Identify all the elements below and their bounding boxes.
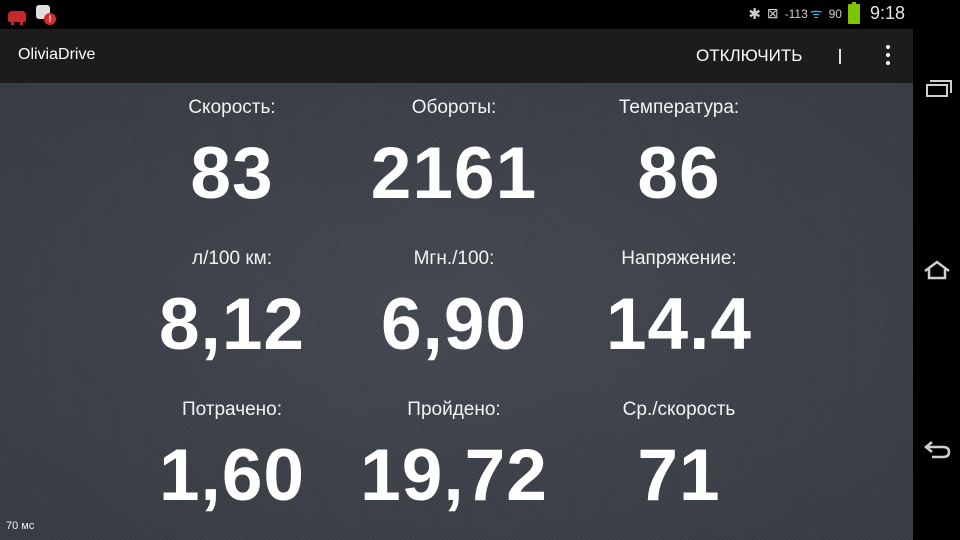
latency-readout: 70 мс <box>6 520 35 532</box>
gauge-value: 86 <box>637 133 721 214</box>
vibrate-mute-icon: ⊠ <box>766 5 779 21</box>
car-notification-icon <box>8 11 26 25</box>
recents-icon <box>925 79 952 97</box>
status-bar: ! ✱ ⊠ -113 ᯤ 90 9:18 <box>0 0 913 29</box>
dashboard: Скорость: 83 Обороты: 2161 Температура: … <box>0 83 913 540</box>
home-icon <box>923 260 950 280</box>
app-notification-icon: ! <box>36 5 56 25</box>
gauge-value: 71 <box>637 435 721 516</box>
bluetooth-icon: ✱ <box>748 5 761 23</box>
gauge-label: Потрачено: <box>181 399 283 420</box>
gauge-value: 6,90 <box>380 284 528 365</box>
action-bar: OliviaDrive ОТКЛЮЧИТЬ <box>0 29 913 83</box>
gauge-voltage: Напряжение: 14.4 <box>569 247 789 363</box>
back-button[interactable] <box>913 421 960 481</box>
gauge-label: Ср./скорость <box>622 399 736 420</box>
signal-strength-text: -113 <box>784 6 808 21</box>
gauge-label: Напряжение: <box>621 248 737 269</box>
gauge-fuel-used: Потрачено: 1,60 <box>122 398 342 514</box>
gauge-consumption-avg: л/100 км: 8,12 <box>122 247 342 363</box>
gauge-value: 2161 <box>370 133 538 214</box>
gauge-temperature: Температура: 86 <box>569 96 789 212</box>
notification-icons: ! <box>8 5 56 25</box>
action-bar-divider <box>839 49 841 64</box>
battery-level-text: 90 <box>828 6 842 21</box>
overflow-menu-icon[interactable] <box>874 41 902 71</box>
recents-button[interactable] <box>913 60 960 120</box>
gauge-value: 14.4 <box>605 284 753 365</box>
back-icon <box>923 441 950 459</box>
gauge-label: л/100 км: <box>192 248 272 269</box>
system-icons: ✱ ⊠ -113 ᯤ 90 9:18 <box>748 1 905 24</box>
gauge-label: Скорость: <box>188 97 276 118</box>
battery-icon <box>847 1 860 24</box>
gauge-label: Температура: <box>618 97 740 118</box>
wifi-icon: ᯤ <box>809 5 823 21</box>
gauge-rpm: Обороты: 2161 <box>344 96 564 212</box>
home-button[interactable] <box>913 240 960 300</box>
gauge-value: 83 <box>190 133 274 214</box>
gauge-value: 19,72 <box>360 435 548 516</box>
gauge-speed: Скорость: 83 <box>122 96 342 212</box>
disconnect-button[interactable]: ОТКЛЮЧИТЬ <box>688 39 810 73</box>
gauge-label: Обороты: <box>411 97 497 118</box>
clock: 9:18 <box>869 3 905 23</box>
gauge-value: 1,60 <box>158 435 306 516</box>
gauge-label: Пройдено: <box>407 399 501 420</box>
navigation-bar <box>913 0 960 540</box>
gauge-label: Мгн./100: <box>413 248 495 269</box>
gauge-consumption-instant: Мгн./100: 6,90 <box>344 247 564 363</box>
gauge-distance: Пройдено: 19,72 <box>344 398 564 514</box>
app-title: OliviaDrive <box>18 46 96 63</box>
gauge-avg-speed: Ср./скорость 71 <box>569 398 789 514</box>
gauge-value: 8,12 <box>158 284 306 365</box>
